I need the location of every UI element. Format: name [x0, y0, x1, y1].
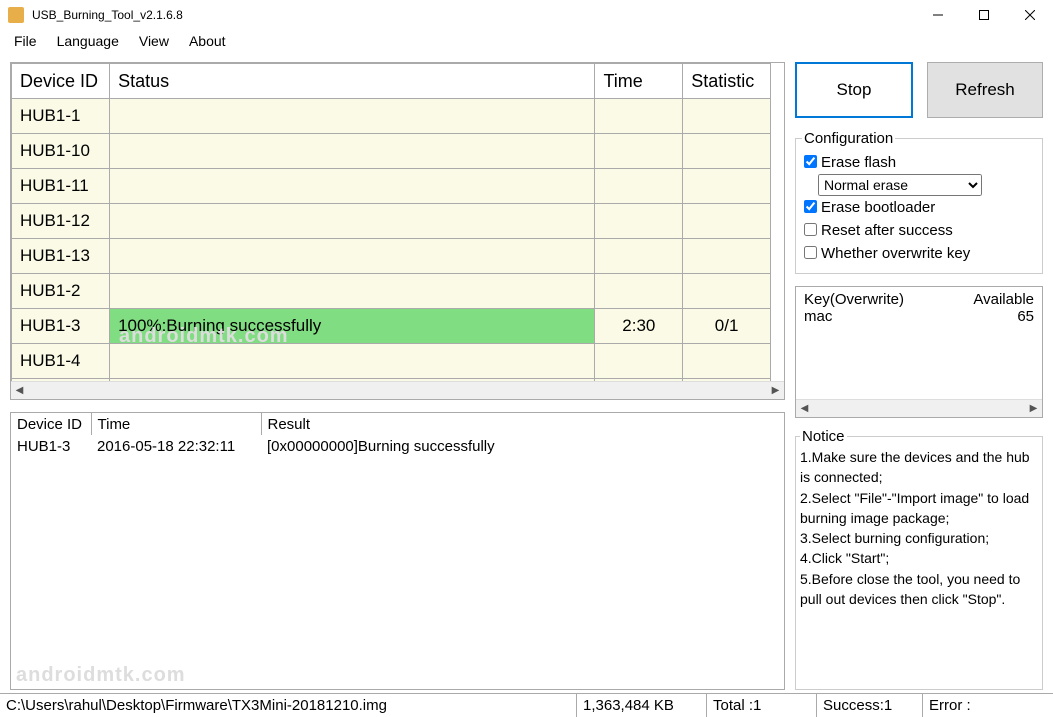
table-row[interactable]: HUB1-2	[12, 274, 771, 309]
table-row[interactable]: HUB1-11	[12, 169, 771, 204]
scroll-right-icon[interactable]: ▶	[1025, 400, 1042, 417]
col-status[interactable]: Status	[110, 64, 595, 99]
notice-body: 1.Make sure the devices and the hub is c…	[800, 447, 1038, 609]
col-device-id[interactable]: Device ID	[12, 64, 110, 99]
close-button[interactable]	[1007, 0, 1053, 30]
statusbar: C:\Users\rahul\Desktop\Firmware\TX3Mini-…	[0, 693, 1053, 717]
status-size: 1,363,484 KB	[577, 694, 707, 717]
refresh-button[interactable]: Refresh	[927, 62, 1043, 118]
status-total: Total :1	[707, 694, 817, 717]
log-row[interactable]: HUB1-32016-05-18 22:32:11[0x00000000]Bur…	[11, 435, 784, 457]
key-header-key: Key(Overwrite)	[804, 291, 973, 308]
erase-flash-checkbox[interactable]	[804, 155, 817, 168]
table-row[interactable]: HUB1-4	[12, 344, 771, 379]
table-row[interactable]: HUB1-1	[12, 99, 771, 134]
minimize-button[interactable]	[915, 0, 961, 30]
horizontal-scrollbar[interactable]: ◀ ▶	[11, 381, 784, 399]
window-title: USB_Burning_Tool_v2.1.6.8	[32, 8, 183, 22]
key-header-available: Available	[973, 291, 1034, 308]
overwrite-key-checkbox[interactable]	[804, 246, 817, 259]
col-time[interactable]: Time	[595, 64, 683, 99]
device-table: Device ID Status Time Statistic HUB1-1HU…	[10, 62, 785, 400]
key-value: 65	[1017, 308, 1034, 325]
table-row[interactable]: HUB1-12	[12, 204, 771, 239]
notice-legend: Notice	[800, 428, 847, 445]
menu-file[interactable]: File	[4, 31, 47, 51]
scroll-right-icon[interactable]: ▶	[767, 382, 784, 399]
table-row[interactable]: HUB1-10	[12, 134, 771, 169]
key-name: mac	[804, 308, 1017, 325]
erase-flash-option[interactable]: Erase flash	[802, 151, 1036, 174]
notice-group: Notice 1.Make sure the devices and the h…	[795, 428, 1043, 690]
log-col-time[interactable]: Time	[91, 413, 261, 435]
menu-view[interactable]: View	[129, 31, 179, 51]
col-statistic[interactable]: Statistic	[683, 64, 771, 99]
maximize-button[interactable]	[961, 0, 1007, 30]
status-path: C:\Users\rahul\Desktop\Firmware\TX3Mini-…	[0, 694, 577, 717]
menu-language[interactable]: Language	[47, 31, 129, 51]
erase-mode-select[interactable]: Normal erase	[818, 174, 982, 196]
device-table-header: Device ID Status Time Statistic	[12, 64, 771, 99]
erase-bootloader-checkbox[interactable]	[804, 200, 817, 213]
scroll-left-icon[interactable]: ◀	[796, 400, 813, 417]
table-row[interactable]: HUB1-3100%:Burning successfully2:300/1	[12, 309, 771, 344]
stop-button[interactable]: Stop	[795, 62, 913, 118]
reset-after-checkbox[interactable]	[804, 223, 817, 236]
erase-bootloader-option[interactable]: Erase bootloader	[802, 196, 1036, 219]
status-error: Error :	[923, 694, 977, 717]
log-header: Device ID Time Result	[11, 413, 784, 435]
menubar: File Language View About	[0, 30, 1053, 52]
table-row[interactable]: HUB1-13	[12, 239, 771, 274]
status-success: Success:1	[817, 694, 923, 717]
app-icon	[8, 7, 24, 23]
menu-about[interactable]: About	[179, 31, 236, 51]
log-col-device-id[interactable]: Device ID	[11, 413, 91, 435]
reset-after-option[interactable]: Reset after success	[802, 219, 1036, 242]
configuration-group: Configuration Erase flash Normal erase E…	[795, 130, 1043, 274]
titlebar: USB_Burning_Tool_v2.1.6.8	[0, 0, 1053, 30]
key-box: Key(Overwrite)Available mac65 ◀ ▶	[795, 286, 1043, 418]
scroll-left-icon[interactable]: ◀	[11, 382, 28, 399]
keybox-scrollbar[interactable]: ◀ ▶	[796, 399, 1042, 417]
log-col-result[interactable]: Result	[261, 413, 784, 435]
overwrite-key-option[interactable]: Whether overwrite key	[802, 242, 1036, 265]
configuration-legend: Configuration	[802, 130, 895, 147]
log-table: Device ID Time Result HUB1-32016-05-18 2…	[10, 412, 785, 690]
